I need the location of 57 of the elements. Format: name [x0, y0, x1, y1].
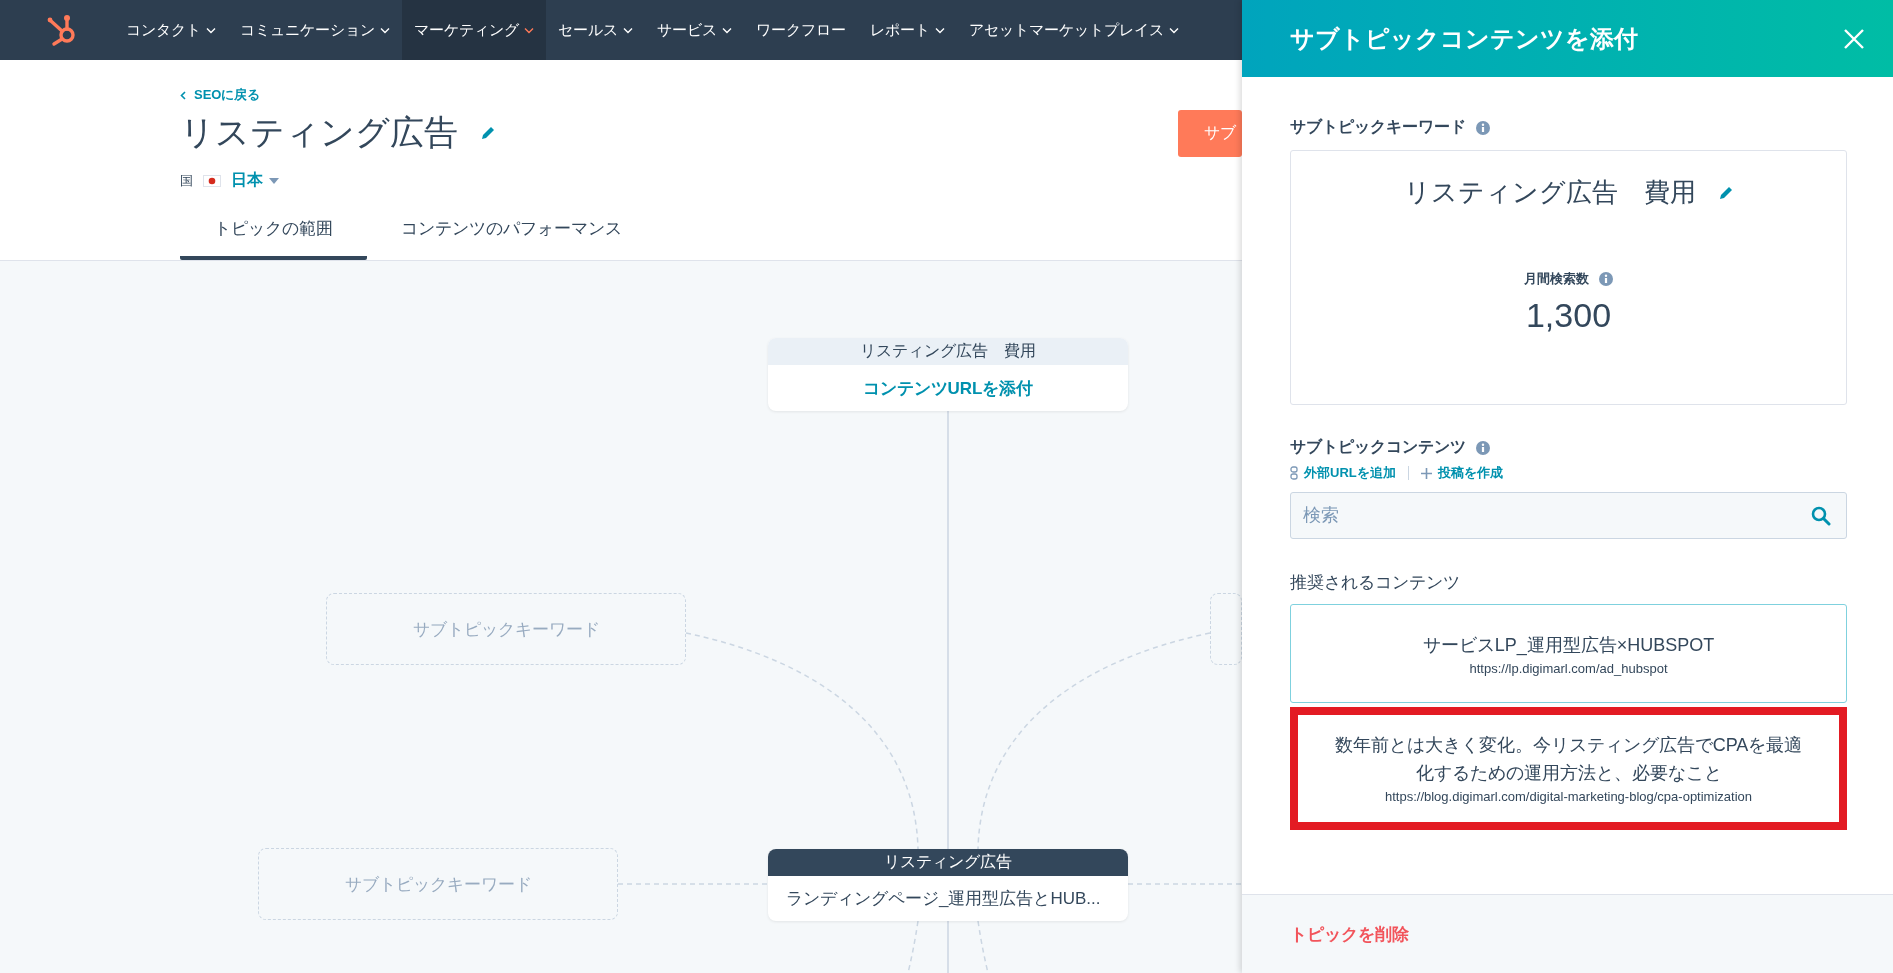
link-icon [1290, 466, 1298, 480]
add-url-link[interactable]: 外部URLを追加 [1290, 464, 1396, 482]
node-content: ランディングページ_運用型広告とHUB... [785, 888, 1102, 910]
back-link[interactable]: SEOに戻る [180, 60, 261, 104]
nav-menu-item[interactable]: コンタクト [114, 0, 228, 60]
tab[interactable]: コンテンツのパフォーマンス [367, 207, 656, 260]
nav-menu-item[interactable]: セールス [546, 0, 645, 60]
content-card[interactable]: サービスLP_運用型広告×HUBSPOT https://lp.digimarl.com/ad_hubspot [1290, 604, 1847, 703]
content-url: https://blog.digimarl.com/digital-marketing-blog/cpa-optimization [1383, 789, 1754, 804]
pillar-node[interactable]: リスティング広告 ランディングページ_運用型広告とHUB... [768, 849, 1128, 921]
volume-label: 月間検索数 [1524, 270, 1589, 288]
country-label: 国 [180, 171, 193, 190]
chevron-down-icon [1169, 26, 1179, 34]
info-icon [1599, 272, 1613, 286]
node-keyword: リスティング広告 [768, 849, 1128, 876]
chevron-down-icon [524, 26, 534, 34]
info-icon [1476, 120, 1490, 135]
pencil-icon[interactable] [1717, 184, 1734, 201]
info-icon [1476, 440, 1490, 455]
close-icon [1843, 27, 1865, 50]
close-button[interactable] [1843, 27, 1865, 50]
panel-title: サブトピックコンテンツを添付 [1290, 23, 1638, 54]
connector-line [907, 920, 919, 973]
nav-menu-item[interactable]: サービス [645, 0, 744, 60]
page-title: リスティング広告 [180, 112, 458, 153]
chevron-down-icon [206, 26, 216, 34]
chevron-down-icon [722, 26, 732, 34]
pencil-icon[interactable] [480, 125, 496, 141]
create-post-link[interactable]: 投稿を作成 [1420, 464, 1503, 482]
keyword-text: リスティング広告 費用 [1403, 176, 1696, 209]
node-keyword: リスティング広告 費用 [768, 338, 1128, 365]
nav-menu-item[interactable]: アセットマーケットプレイス [957, 0, 1191, 60]
plus-icon [1420, 467, 1432, 479]
content-url: https://lp.digimarl.com/ad_hubspot [1468, 661, 1669, 676]
nav-menu-item[interactable]: コミュニケーション [228, 0, 402, 60]
nav-menu-item[interactable]: レポート [858, 0, 957, 60]
nav-menu-item[interactable]: マーケティング [402, 0, 546, 60]
flag-icon [203, 174, 221, 187]
caret-icon [269, 177, 279, 184]
section-label: サブトピックコンテンツ [1290, 437, 1466, 457]
nav-menu-item[interactable]: ワークフロー [744, 0, 858, 60]
content-card[interactable]: 数年前とは大きく変化。今リスティング広告でCPAを最適化するための運用方法と、必要なこと https://blog.digimarl.com/digital-marketing-blog/cpa-optimization [1290, 707, 1847, 830]
attach-url-link[interactable]: コンテンツURLを添付 [768, 365, 1128, 411]
connector-line [977, 920, 989, 973]
suggested-label: 推奨されるコンテンツ [1290, 572, 1461, 594]
search-volume: 1,300 [1525, 296, 1612, 335]
country-dropdown[interactable]: 日本 [231, 170, 279, 191]
section-label: サブトピックキーワード [1290, 117, 1466, 137]
search-icon [1811, 506, 1831, 526]
chevron-down-icon [935, 26, 945, 34]
chevron-down-icon [623, 26, 633, 34]
chevron-down-icon [380, 26, 390, 34]
search-field[interactable]: 検索 [1290, 492, 1847, 539]
chevron-left-icon [180, 90, 186, 100]
content-title: 数年前とは大きく変化。今リスティング広告でCPAを最適化するための運用方法と、必要なこと [1333, 734, 1804, 785]
content-title: サービスLP_運用型広告×HUBSPOT [1421, 634, 1716, 658]
subtopic-node[interactable]: リスティング広告 費用 コンテンツURLを添付 [768, 338, 1128, 411]
